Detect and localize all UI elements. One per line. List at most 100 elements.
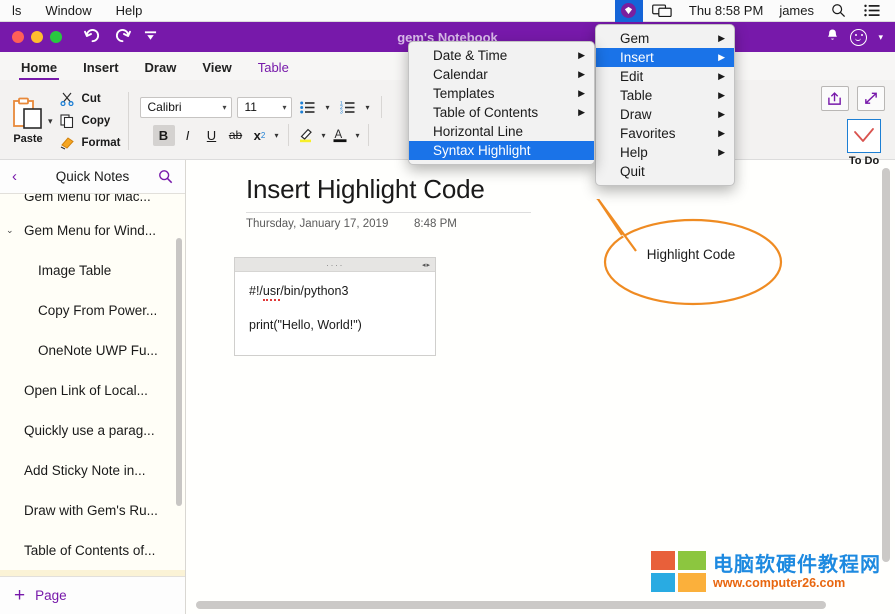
sidebar-item-quickly-use-paragraph[interactable]: Quickly use a parag...: [0, 410, 185, 450]
undo-arrow-icon[interactable]: [84, 28, 101, 47]
todo-checkbox[interactable]: [847, 119, 881, 153]
title-bar-right: ▾: [826, 28, 895, 46]
font-family-select[interactable]: Calibri ▾: [140, 97, 232, 118]
todo-button[interactable]: To Do: [847, 111, 885, 167]
paste-button[interactable]: Paste: [0, 97, 46, 145]
sidebar-item-gem-menu-windows[interactable]: ⌄ Gem Menu for Wind...: [0, 210, 185, 250]
insert-menu-item-table-of-contents[interactable]: Table of Contents▶: [409, 103, 594, 122]
submenu-arrow-icon: ▶: [578, 50, 585, 61]
minimize-button[interactable]: [31, 31, 43, 43]
tab-view[interactable]: View: [189, 60, 244, 80]
window-controls: [0, 31, 62, 43]
sidebar-item-onenote-uwp[interactable]: OneNote UWP Fu...: [0, 330, 185, 370]
sidebar-item-label: OneNote UWP Fu...: [38, 343, 158, 358]
gem-menu-item-draw[interactable]: Draw▶: [596, 105, 734, 124]
font-row-divider: [381, 96, 382, 118]
search-icon[interactable]: [822, 3, 855, 18]
gem-menu-item-insert[interactable]: Insert▶: [596, 48, 734, 67]
notification-bell-icon[interactable]: [826, 28, 839, 46]
insert-menu-item-date-time[interactable]: Date & Time▶: [409, 46, 594, 65]
customize-toolbar-icon[interactable]: [144, 29, 157, 46]
insert-menu-item-syntax-highlight[interactable]: Syntax Highlight: [409, 141, 594, 160]
fontcolor-chevron-down-icon[interactable]: ▾: [354, 131, 362, 140]
tab-draw[interactable]: Draw: [132, 60, 190, 80]
menu-bar-clock[interactable]: Thu 8:58 PM: [681, 3, 771, 18]
gem-menu-item-gem[interactable]: Gem▶: [596, 29, 734, 48]
insert-menu-item-horizontal-line[interactable]: Horizontal Line: [409, 122, 594, 141]
callout-label: Highlight Code: [596, 199, 786, 309]
gem-menu-item-table[interactable]: Table▶: [596, 86, 734, 105]
underline-button[interactable]: U: [201, 125, 223, 146]
sidebar-item-draw-with-gems-ruler[interactable]: Draw with Gem's Ru...: [0, 490, 185, 530]
italic-button[interactable]: I: [177, 125, 199, 146]
subscript-button[interactable]: x2: [249, 125, 271, 146]
mac-menu-item-help[interactable]: Help: [104, 0, 155, 22]
submenu-arrow-icon: ▶: [718, 90, 725, 101]
code-line-1-part-a: #!/: [249, 284, 263, 298]
add-page-button[interactable]: + Page: [0, 576, 185, 614]
mac-menu-item-window[interactable]: Window: [33, 0, 103, 22]
code-line-2[interactable]: print("Hello, World!"): [235, 318, 435, 332]
watermark-site-name: 电脑软硬件教程网: [713, 554, 881, 576]
screen-mirroring-icon[interactable]: [643, 4, 681, 18]
canvas-vertical-scrollbar[interactable]: [882, 168, 890, 562]
menu-item-label: Draw: [620, 107, 652, 122]
page-canvas[interactable]: Insert Highlight Code Thursday, January …: [186, 160, 895, 614]
close-button[interactable]: [12, 31, 24, 43]
tab-home[interactable]: Home: [8, 60, 70, 80]
copy-button[interactable]: Copy: [59, 112, 121, 131]
page-title[interactable]: Insert Highlight Code: [246, 174, 485, 205]
sidebar-scrollbar[interactable]: [176, 238, 182, 506]
sidebar-item-table-of-contents[interactable]: Table of Contents of...: [0, 530, 185, 570]
numbered-list-icon[interactable]: 123: [337, 97, 359, 118]
resize-arrows-icon[interactable]: ◂▸: [422, 261, 431, 269]
sidebar-item-open-link-local[interactable]: Open Link of Local...: [0, 370, 185, 410]
gem-menu-item-help[interactable]: Help▶: [596, 143, 734, 162]
code-line-1[interactable]: #!/usr/bin/python3: [235, 284, 435, 298]
code-block-handle[interactable]: ···· ◂▸: [235, 258, 435, 272]
mac-menu-item-ls[interactable]: ls: [0, 0, 33, 22]
sidebar-item-add-sticky-note[interactable]: Add Sticky Note in...: [0, 450, 185, 490]
insert-submenu[interactable]: Date & Time▶ Calendar▶ Templates▶ Table …: [408, 41, 595, 165]
chevron-down-icon: ▾: [215, 103, 227, 112]
cut-button[interactable]: Cut: [59, 90, 121, 109]
sidebar-page-list[interactable]: Gem Menu for Mac... ⌄ Gem Menu for Wind.…: [0, 194, 185, 576]
gem-menu[interactable]: Gem▶ Insert▶ Edit▶ Table▶ Draw▶ Favorite…: [595, 24, 735, 186]
search-icon[interactable]: [155, 169, 173, 184]
sidebar-item-copy-from-power[interactable]: Copy From Power...: [0, 290, 185, 330]
maximize-button[interactable]: [50, 31, 62, 43]
font-size-select[interactable]: 11 ▾: [237, 97, 292, 118]
bullet-list-icon[interactable]: [297, 97, 319, 118]
chevron-down-icon[interactable]: ⌄: [6, 225, 14, 236]
gem-menu-item-edit[interactable]: Edit▶: [596, 67, 734, 86]
font-color-icon[interactable]: A: [330, 125, 352, 146]
bullet-list-chevron-down-icon[interactable]: ▾: [324, 103, 332, 112]
menu-bar-username[interactable]: james: [771, 3, 822, 18]
code-block[interactable]: ···· ◂▸ #!/usr/bin/python3 print("Hello,…: [234, 257, 436, 356]
redo-arrow-icon[interactable]: [114, 28, 131, 47]
sidebar-item-image-table[interactable]: Image Table: [0, 250, 185, 290]
insert-menu-item-calendar[interactable]: Calendar▶: [409, 65, 594, 84]
share-button[interactable]: [821, 86, 849, 111]
gem-diamond-icon[interactable]: [615, 0, 643, 22]
bold-button[interactable]: B: [153, 125, 175, 146]
control-center-list-icon[interactable]: [855, 4, 889, 17]
account-chevron-down-icon[interactable]: ▾: [878, 32, 883, 43]
chevron-left-icon[interactable]: ‹: [12, 168, 30, 185]
numbered-list-chevron-down-icon[interactable]: ▾: [364, 103, 372, 112]
strikethrough-button[interactable]: ab: [225, 125, 247, 146]
font-row-bottom: B I U ab x2 ▾ ▾ A: [153, 124, 373, 146]
gem-menu-item-favorites[interactable]: Favorites▶: [596, 124, 734, 143]
highlight-chevron-down-icon[interactable]: ▾: [320, 131, 328, 140]
tab-insert[interactable]: Insert: [70, 60, 131, 80]
tab-table[interactable]: Table: [245, 60, 302, 80]
canvas-horizontal-scrollbar[interactable]: [196, 601, 826, 609]
subscript-chevron-down-icon[interactable]: ▾: [273, 131, 281, 140]
format-painter-button[interactable]: Format: [59, 134, 121, 153]
insert-menu-item-templates[interactable]: Templates▶: [409, 84, 594, 103]
account-smiley-icon[interactable]: [850, 29, 867, 46]
text-highlight-icon[interactable]: [296, 125, 318, 146]
fullscreen-button[interactable]: [857, 86, 885, 111]
sidebar-item-gem-menu-mac[interactable]: Gem Menu for Mac...: [0, 194, 185, 210]
gem-menu-item-quit[interactable]: Quit: [596, 162, 734, 181]
